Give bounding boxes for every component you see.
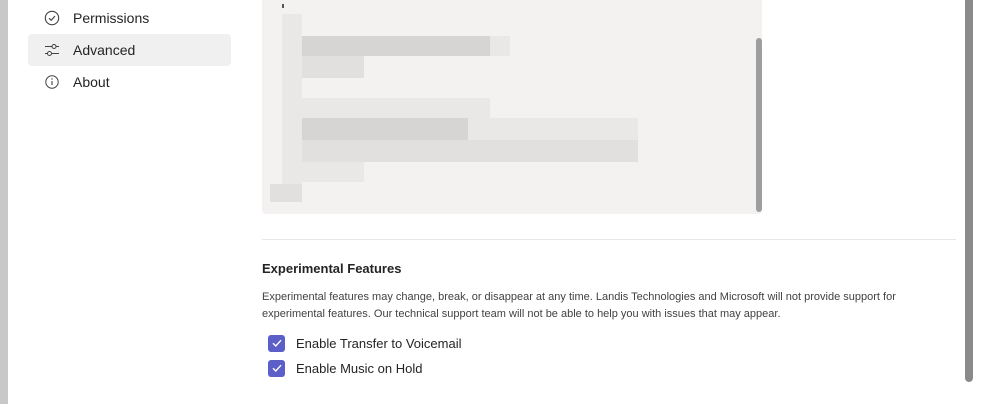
info-icon <box>44 74 60 90</box>
caret-mark <box>282 4 284 8</box>
code-preview-box[interactable] <box>262 0 762 214</box>
sliders-icon <box>44 42 60 58</box>
settings-sidebar: Permissions Advanced About <box>8 0 248 404</box>
blurred-content <box>302 162 364 182</box>
sidebar-item-label: Advanced <box>73 42 136 58</box>
blurred-content <box>302 140 638 162</box>
option-label: Enable Transfer to Voicemail <box>296 335 462 351</box>
option-label: Enable Music on Hold <box>296 360 423 376</box>
sidebar-item-label: About <box>73 74 110 90</box>
sidebar-item-permissions[interactable]: Permissions <box>28 2 231 34</box>
code-box-scrollbar-thumb[interactable] <box>756 38 762 212</box>
section-divider <box>262 239 956 240</box>
checkbox-music-on-hold[interactable] <box>268 359 285 377</box>
sidebar-item-label: Permissions <box>73 10 150 26</box>
section-title: Experimental Features <box>262 261 402 276</box>
window-left-edge <box>0 0 8 404</box>
section-description: Experimental features may change, break,… <box>262 291 896 320</box>
checkbox-transfer-to-voicemail[interactable] <box>268 334 285 352</box>
blurred-content <box>490 36 510 56</box>
blurred-content <box>302 98 490 118</box>
blurred-content <box>302 56 364 78</box>
sidebar-item-about[interactable]: About <box>28 66 231 98</box>
blurred-content <box>270 184 302 202</box>
blurred-content <box>302 36 490 56</box>
option-music-on-hold[interactable]: Enable Music on Hold <box>268 358 422 378</box>
checkmark-icon <box>272 364 282 373</box>
page-scrollbar-thumb[interactable] <box>965 0 973 382</box>
option-transfer-to-voicemail[interactable]: Enable Transfer to Voicemail <box>268 333 461 353</box>
blurred-content <box>468 118 638 140</box>
blurred-content <box>302 118 468 140</box>
sidebar-item-advanced[interactable]: Advanced <box>28 34 231 66</box>
check-circle-icon <box>44 10 60 26</box>
blurred-content <box>282 14 302 200</box>
checkmark-icon <box>272 339 282 348</box>
settings-content: Experimental Features Experimental featu… <box>262 0 956 404</box>
